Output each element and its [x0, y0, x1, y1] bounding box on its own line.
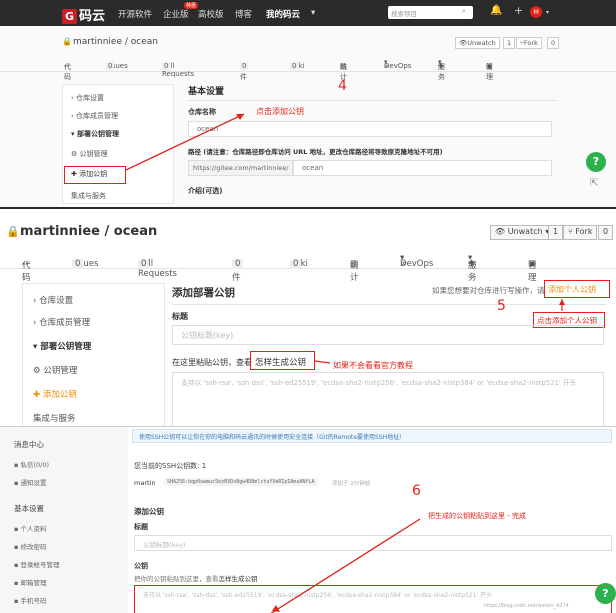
- panel-add-personal-key: 消息中心 ▪ 私信(0/0) ▪ 通知设置 基本设置 ▪ 个人资料 ▪ 修改密码…: [0, 426, 616, 613]
- annotation-arrow: [270, 518, 421, 613]
- panel-add-deploy-key: 🔒 martinniee / ocean 👁 Unwatch ▾ 1 ⑂ For…: [0, 207, 616, 426]
- annotation-arrows: [314, 299, 565, 364]
- annotation-arrow: [125, 113, 245, 171]
- panel-repo-settings: G 码云 开源软件 企业版 特惠 高校版 博客 我的码云 ▾ 搜索项目 ⌕ 🔔 +…: [0, 0, 616, 207]
